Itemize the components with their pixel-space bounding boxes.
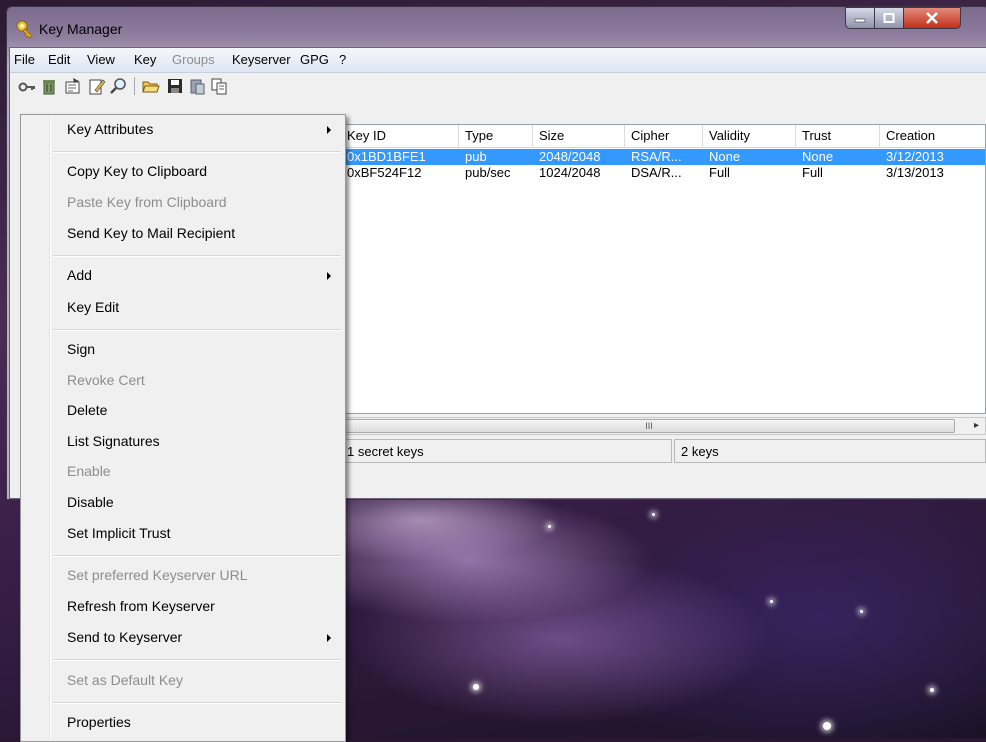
menu-key[interactable]: Key <box>134 52 156 67</box>
cell-creation: 3/13/2013 <box>886 165 944 180</box>
status-secret-keys: 1 secret keys <box>340 439 672 463</box>
star <box>860 610 863 613</box>
column-header-trust[interactable]: Trust <box>796 125 880 147</box>
menu-separator <box>53 151 341 153</box>
menu-item-disable[interactable]: Disable <box>67 494 114 510</box>
menu-item-add[interactable]: Add <box>67 267 92 283</box>
scrollbar-grip: III <box>645 421 653 431</box>
close-button[interactable] <box>903 7 961 29</box>
table-row[interactable]: 0x1BD1BFE1 pub 2048/2048 RSA/R... None N… <box>341 149 985 165</box>
menu-item-delete[interactable]: Delete <box>67 402 107 418</box>
star <box>548 525 551 528</box>
status-key-count: 2 keys <box>674 439 986 463</box>
submenu-arrow-icon <box>327 634 331 642</box>
cell-validity: Full <box>709 165 730 180</box>
column-header-key-id[interactable]: Key ID <box>341 125 459 147</box>
menu-item-enable[interactable]: Enable <box>67 463 111 479</box>
column-header-type[interactable]: Type <box>459 125 533 147</box>
title-bar[interactable]: Key Manager <box>7 7 986 47</box>
menu-item-list-signatures[interactable]: List Signatures <box>67 433 160 449</box>
menu-item-revoke-cert[interactable]: Revoke Cert <box>67 372 145 388</box>
context-menu: Key Attributes Copy Key to Clipboard Pas… <box>20 114 346 742</box>
menu-item-set-preferred-keyserver[interactable]: Set preferred Keyserver URL <box>67 567 248 583</box>
maximize-button[interactable] <box>874 7 904 29</box>
cell-key-id: 0xBF524F12 <box>347 165 422 180</box>
submenu-arrow-icon <box>327 126 331 134</box>
menu-item-send-to-keyserver[interactable]: Send to Keyserver <box>67 629 182 645</box>
cell-trust: None <box>802 149 834 164</box>
menu-item-key-attributes[interactable]: Key Attributes <box>67 121 153 137</box>
key-list: Key ID Type Size Cipher Validity Trust C… <box>340 124 986 414</box>
menu-edit[interactable]: Edit <box>48 52 70 67</box>
cell-trust: Full <box>802 165 823 180</box>
menu-item-set-default-key[interactable]: Set as Default Key <box>67 672 183 688</box>
cell-size: 2048/2048 <box>539 149 601 164</box>
trash-icon[interactable] <box>40 77 58 95</box>
close-icon <box>926 12 938 24</box>
menu-item-copy-key[interactable]: Copy Key to Clipboard <box>67 163 207 179</box>
menu-item-set-implicit-trust[interactable]: Set Implicit Trust <box>67 525 170 541</box>
window-title: Key Manager <box>39 21 123 37</box>
menu-item-key-edit[interactable]: Key Edit <box>67 299 119 315</box>
save-icon[interactable] <box>166 77 184 95</box>
menu-separator <box>53 659 341 661</box>
edit-icon[interactable] <box>88 77 106 95</box>
menu-separator <box>53 329 341 331</box>
cell-type: pub/sec <box>465 165 511 180</box>
star <box>473 684 479 690</box>
menu-gpg[interactable]: GPG <box>300 52 329 67</box>
minimize-icon <box>854 18 866 23</box>
menu-separator <box>53 702 341 704</box>
submenu-arrow-icon <box>327 272 331 280</box>
menu-file[interactable]: File <box>14 52 35 67</box>
open-folder-icon[interactable] <box>142 77 160 95</box>
menu-item-send-key-mail[interactable]: Send Key to Mail Recipient <box>67 225 235 241</box>
list-header: Key ID Type Size Cipher Validity Trust C… <box>341 125 985 148</box>
menu-item-properties[interactable]: Properties <box>67 714 131 730</box>
column-header-validity[interactable]: Validity <box>703 125 796 147</box>
column-header-size[interactable]: Size <box>533 125 625 147</box>
menu-separator <box>53 555 341 557</box>
cell-cipher: DSA/R... <box>631 165 682 180</box>
menu-help[interactable]: ? <box>339 52 346 67</box>
menu-item-paste-key[interactable]: Paste Key from Clipboard <box>67 194 227 210</box>
star <box>930 688 934 692</box>
menu-keyserver[interactable]: Keyserver <box>232 52 291 67</box>
star <box>652 513 655 516</box>
copy-icon[interactable] <box>210 77 228 95</box>
cell-validity: None <box>709 149 741 164</box>
search-icon[interactable] <box>110 77 128 95</box>
toolbar <box>10 73 986 99</box>
scrollbar-thumb[interactable]: III <box>343 419 955 433</box>
paste-icon[interactable] <box>188 77 206 95</box>
menu-separator <box>53 255 341 257</box>
menu-item-sign[interactable]: Sign <box>67 341 95 357</box>
toolbar-separator <box>134 77 135 95</box>
column-header-cipher[interactable]: Cipher <box>625 125 703 147</box>
key-app-icon <box>16 20 33 39</box>
star <box>770 600 773 603</box>
menu-groups[interactable]: Groups <box>172 52 215 67</box>
cell-cipher: RSA/R... <box>631 149 682 164</box>
star <box>823 722 831 730</box>
cell-type: pub <box>465 149 487 164</box>
horizontal-scrollbar[interactable]: III ▸ <box>340 417 986 435</box>
properties-icon[interactable] <box>64 77 82 95</box>
scroll-right-arrow-icon[interactable]: ▸ <box>974 420 979 431</box>
maximize-icon <box>883 13 895 23</box>
key-icon[interactable] <box>18 77 36 95</box>
cell-creation: 3/12/2013 <box>886 149 944 164</box>
menu-view[interactable]: View <box>87 52 115 67</box>
cell-key-id: 0x1BD1BFE1 <box>347 149 426 164</box>
table-row[interactable]: 0xBF524F12 pub/sec 1024/2048 DSA/R... Fu… <box>341 165 985 181</box>
cell-size: 1024/2048 <box>539 165 601 180</box>
status-bar: 1 secret keys 2 keys <box>340 439 986 463</box>
menu-bar: File Edit View Key Groups Keyserver GPG … <box>10 48 986 73</box>
column-header-creation[interactable]: Creation <box>880 125 986 147</box>
menu-item-refresh-from-keyserver[interactable]: Refresh from Keyserver <box>67 598 215 614</box>
minimize-button[interactable] <box>845 7 875 29</box>
